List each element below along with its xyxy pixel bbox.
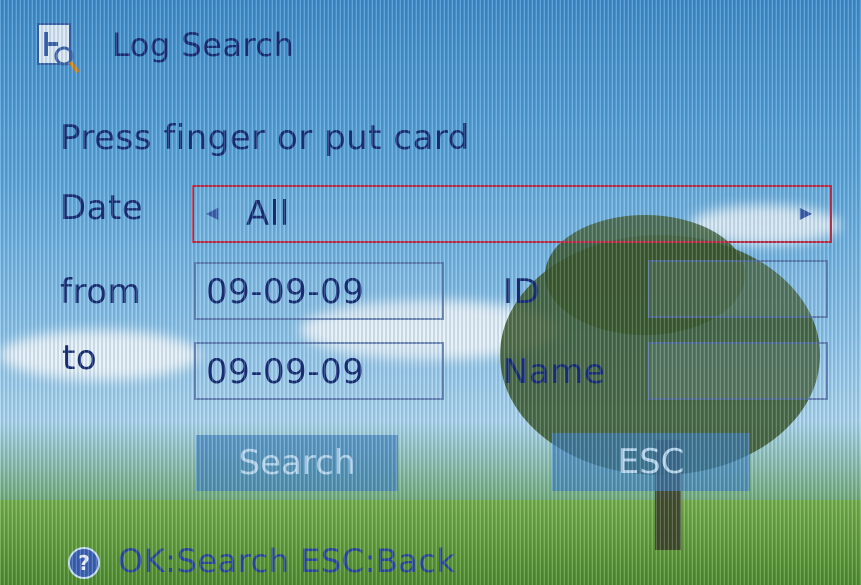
esc-button[interactable]: ESC xyxy=(552,433,750,491)
right-arrow-icon[interactable]: ▶ xyxy=(800,203,812,222)
background-cloud xyxy=(0,330,200,380)
date-range-select[interactable]: ◀ All ▶ xyxy=(192,185,832,243)
date-range-value: All xyxy=(246,194,290,234)
to-date-value: 09-09-09 xyxy=(206,352,365,392)
page-title: Log Search xyxy=(112,26,295,64)
date-label: Date xyxy=(60,188,144,228)
id-input[interactable] xyxy=(648,260,828,318)
left-arrow-icon[interactable]: ◀ xyxy=(206,203,218,222)
to-label: to xyxy=(62,338,98,378)
from-label: from xyxy=(60,272,142,312)
help-icon: ? xyxy=(68,547,100,579)
footer-hint: OK:Search ESC:Back xyxy=(118,542,456,580)
device-screen: Log Search Press finger or put card Date… xyxy=(0,0,861,585)
instruction-text: Press finger or put card xyxy=(60,118,470,158)
search-button[interactable]: Search xyxy=(196,435,398,491)
name-label: Name xyxy=(503,352,606,392)
from-date-value: 09-09-09 xyxy=(206,272,365,312)
name-input[interactable] xyxy=(648,342,828,400)
to-date-field[interactable]: 09-09-09 xyxy=(194,342,444,400)
from-date-field[interactable]: 09-09-09 xyxy=(194,262,444,320)
id-label: ID xyxy=(503,272,541,312)
log-search-icon xyxy=(37,23,80,74)
